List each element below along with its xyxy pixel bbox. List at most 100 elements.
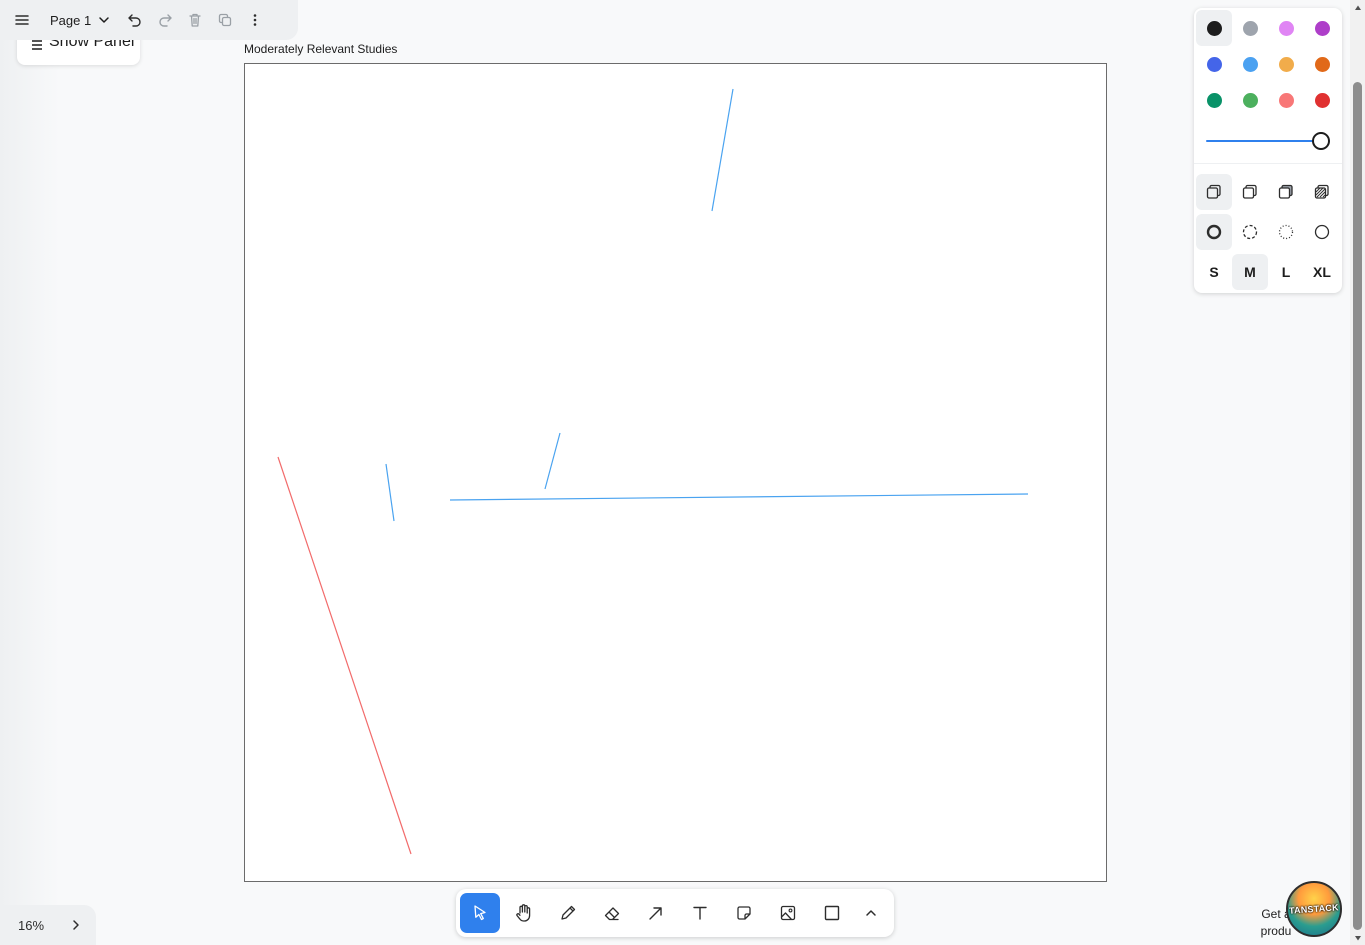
left-edge-shade	[0, 0, 60, 945]
color-dot	[1206, 56, 1222, 72]
more-actions-button[interactable]	[241, 4, 269, 36]
size-label: M	[1244, 264, 1256, 280]
asset-tool-button[interactable]	[768, 893, 808, 933]
fill-solid-icon	[1278, 184, 1293, 199]
color-dot	[1278, 92, 1294, 108]
chevron-right-icon	[73, 920, 79, 930]
triangle-down-icon	[1354, 935, 1361, 940]
opacity-slider[interactable]	[1206, 132, 1330, 150]
dash-dotted-button[interactable]	[1268, 214, 1304, 250]
zoom-menu[interactable]: 16%	[0, 905, 96, 945]
fill-solid-button[interactable]	[1268, 174, 1304, 210]
color-swatch-violet[interactable]	[1304, 10, 1340, 46]
color-swatch-blue[interactable]	[1196, 46, 1232, 82]
frame-title[interactable]: Moderately Relevant Studies	[244, 42, 397, 56]
arrow-icon	[649, 907, 662, 920]
arrow-tool-button[interactable]	[636, 893, 676, 933]
size-m-button[interactable]: M	[1232, 254, 1268, 290]
color-dot	[1242, 56, 1258, 72]
page-label: Page 1	[50, 12, 92, 28]
page-selector[interactable]: Page 1	[38, 4, 119, 36]
rectangle-icon	[824, 905, 840, 921]
fill-none-button[interactable]	[1196, 174, 1232, 210]
color-swatches	[1196, 10, 1340, 118]
tanstack-badge[interactable]: TANSTACK	[1286, 881, 1342, 937]
fill-pattern-button[interactable]	[1304, 174, 1340, 210]
color-swatch-light-violet[interactable]	[1268, 10, 1304, 46]
dash-draw-icon	[1206, 224, 1222, 240]
color-swatch-light-green[interactable]	[1232, 82, 1268, 118]
zoom-level[interactable]: 16%	[18, 918, 44, 933]
dash-solid-icon	[1314, 224, 1330, 240]
color-dot	[1242, 20, 1258, 36]
scroll-down-arrow[interactable]	[1350, 930, 1365, 945]
style-panel: S M L XL	[1194, 8, 1342, 293]
rectangle-tool-button[interactable]	[812, 893, 852, 933]
redo-icon	[159, 14, 172, 27]
hand-tool-button[interactable]	[504, 893, 544, 933]
scroll-up-arrow[interactable]	[1350, 0, 1365, 15]
triangle-up-icon	[1354, 5, 1361, 10]
cursor-icon	[474, 905, 486, 921]
draw-tool-button[interactable]	[548, 893, 588, 933]
eraser-tool-button[interactable]	[592, 893, 632, 933]
color-dot	[1242, 92, 1258, 108]
fill-semi-button[interactable]	[1232, 174, 1268, 210]
trash-icon	[189, 13, 201, 27]
more-tools-button[interactable]	[856, 893, 886, 933]
dash-dashed-icon	[1242, 224, 1258, 240]
fill-pattern-icon	[1314, 184, 1329, 199]
vertical-scrollbar[interactable]	[1350, 0, 1365, 945]
more-vertical-icon	[253, 14, 257, 26]
scroll-thumb[interactable]	[1353, 82, 1362, 930]
delete-button[interactable]	[181, 4, 209, 36]
color-swatch-green[interactable]	[1196, 82, 1232, 118]
color-swatch-light-red[interactable]	[1268, 82, 1304, 118]
undo-icon	[128, 14, 141, 27]
color-swatch-red[interactable]	[1304, 82, 1340, 118]
dash-draw-button[interactable]	[1196, 214, 1232, 250]
undo-button[interactable]	[121, 4, 149, 36]
canvas-frame[interactable]	[244, 63, 1107, 882]
redo-button[interactable]	[151, 4, 179, 36]
duplicate-icon	[219, 13, 232, 27]
note-tool-button[interactable]	[724, 893, 764, 933]
duplicate-button[interactable]	[211, 4, 239, 36]
text-icon	[693, 906, 707, 920]
color-swatch-light-blue[interactable]	[1232, 46, 1268, 82]
color-swatch-orange[interactable]	[1304, 46, 1340, 82]
badge-label: TANSTACK	[1288, 902, 1340, 916]
color-swatch-yellow[interactable]	[1268, 46, 1304, 82]
color-dot	[1206, 92, 1222, 108]
size-label: XL	[1313, 264, 1331, 280]
size-label: S	[1209, 264, 1219, 280]
expand-minimap-button[interactable]	[70, 919, 82, 931]
eraser-icon	[604, 907, 620, 921]
color-swatch-black[interactable]	[1196, 10, 1232, 46]
color-dot	[1206, 20, 1222, 36]
size-options: S M L XL	[1196, 254, 1340, 290]
sticky-note-icon	[737, 906, 751, 920]
size-label: L	[1281, 264, 1291, 280]
size-l-button[interactable]: L	[1268, 254, 1304, 290]
list-icon	[32, 40, 42, 50]
text-tool-button[interactable]	[680, 893, 720, 933]
size-s-button[interactable]: S	[1196, 254, 1232, 290]
tool-bar	[456, 889, 894, 937]
hamburger-icon	[15, 15, 29, 25]
color-dot	[1278, 56, 1294, 72]
color-dot	[1314, 92, 1330, 108]
image-icon	[780, 905, 796, 921]
chevron-up-icon	[866, 910, 876, 916]
fill-options	[1196, 174, 1340, 210]
slider-thumb[interactable]	[1312, 132, 1330, 150]
size-xl-button[interactable]: XL	[1304, 254, 1340, 290]
select-tool-button[interactable]	[460, 893, 500, 933]
dash-dashed-button[interactable]	[1232, 214, 1268, 250]
dash-solid-button[interactable]	[1304, 214, 1340, 250]
fill-none-icon	[1206, 184, 1221, 199]
divider	[1194, 163, 1342, 164]
dash-dotted-icon	[1278, 224, 1294, 240]
main-menu-button[interactable]	[8, 4, 36, 36]
color-swatch-grey[interactable]	[1232, 10, 1268, 46]
